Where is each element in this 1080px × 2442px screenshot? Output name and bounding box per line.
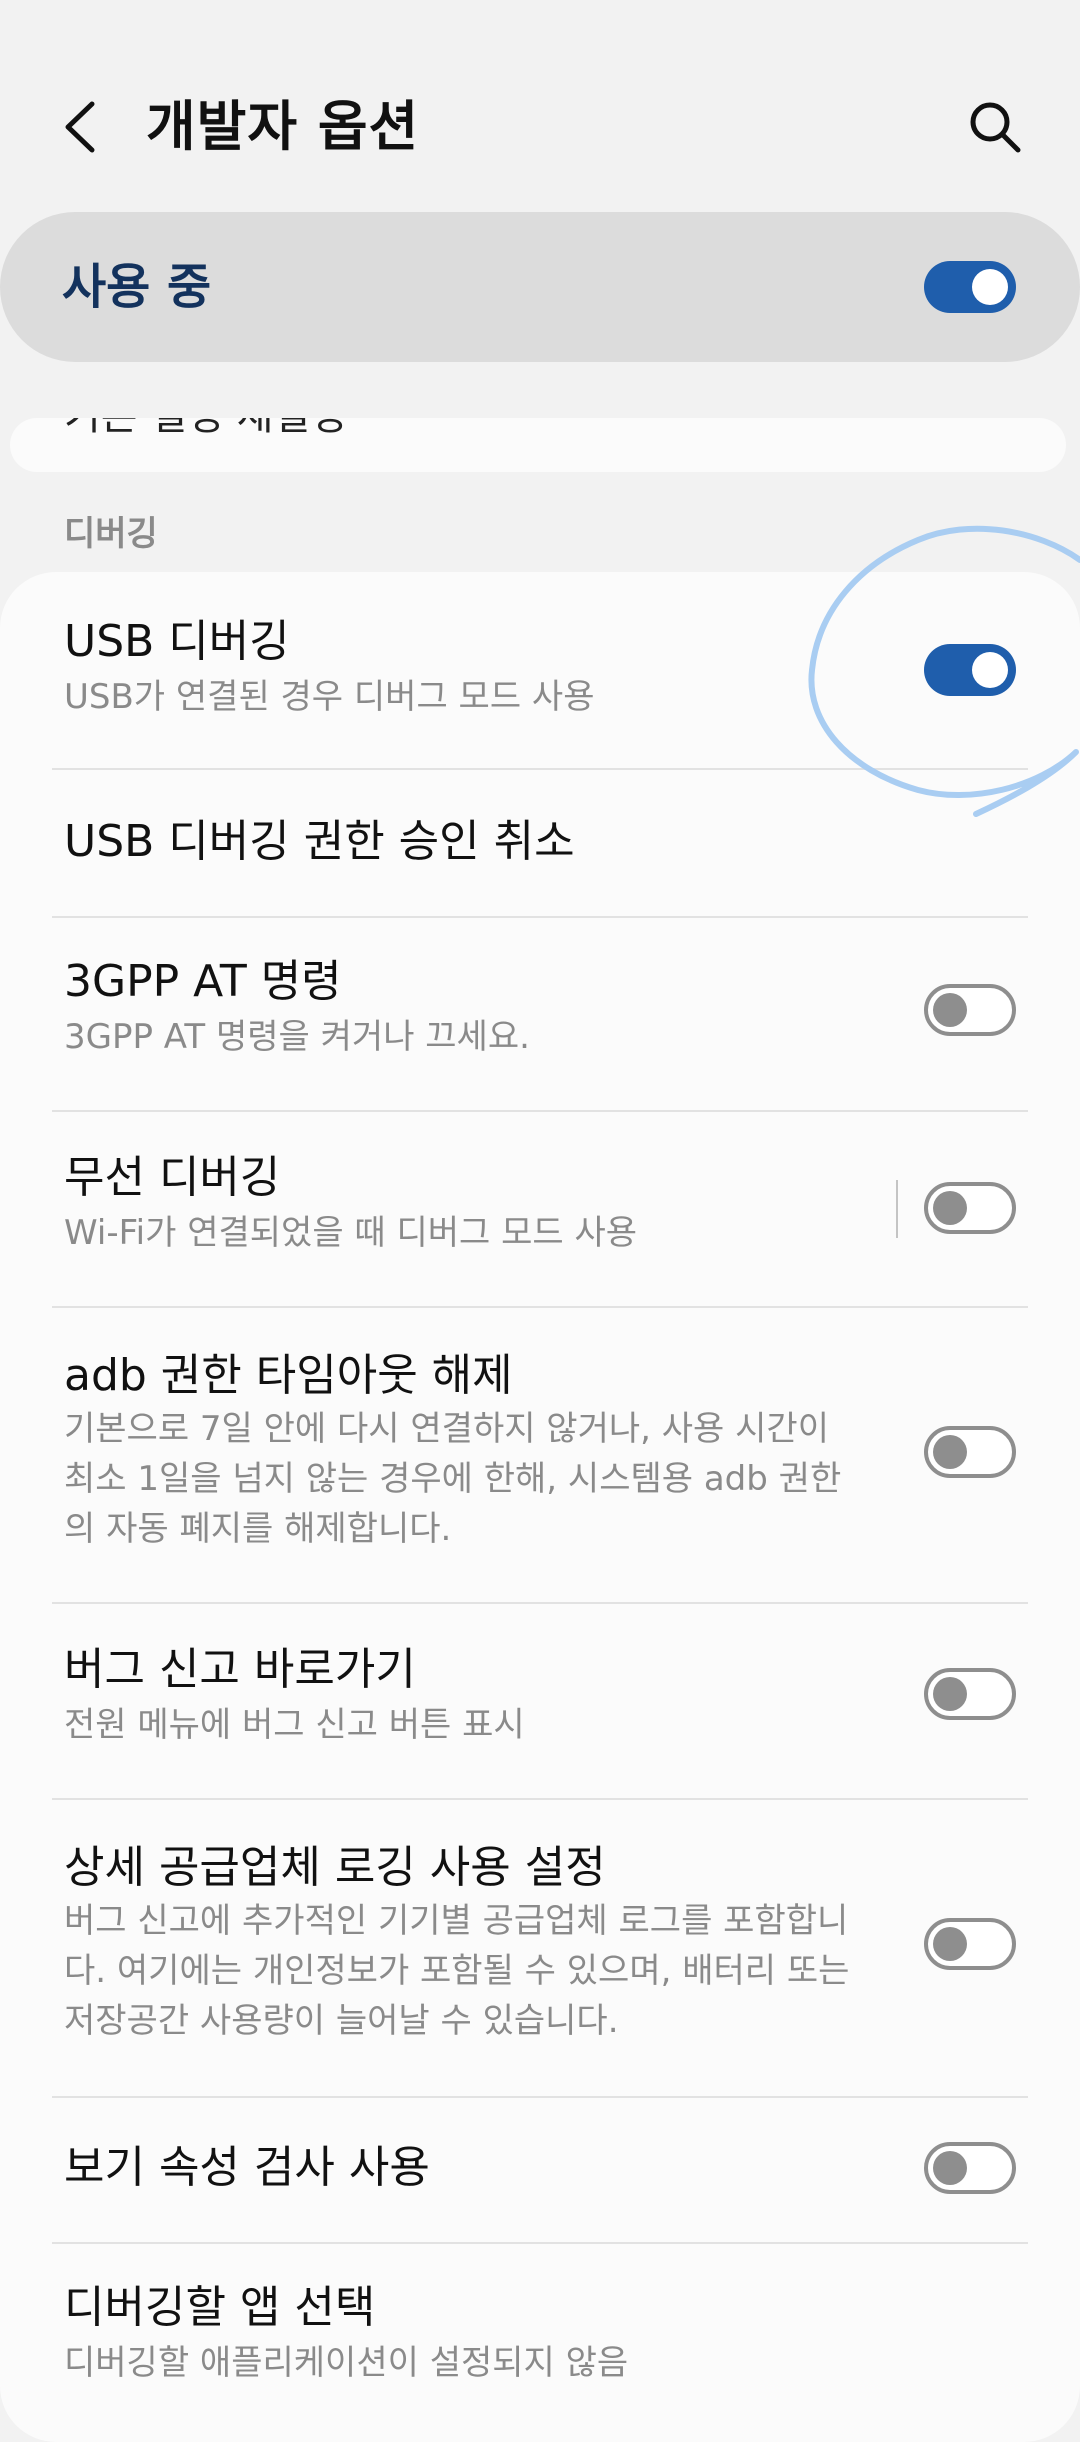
toggle-knob: [933, 1435, 967, 1469]
setting-subtitle: USB가 연결된 경우 디버그 모드 사용: [64, 677, 595, 717]
usb-debugging-toggle[interactable]: [924, 644, 1016, 696]
master-toggle[interactable]: [924, 261, 1016, 313]
setting-verbose-vendor-logging[interactable]: 상세 공급업체 로깅 사용 설정 버그 신고에 추가적인 기기별 공급업체 로그…: [0, 1800, 1080, 2096]
toggle-knob: [972, 652, 1008, 688]
search-icon: [970, 102, 1021, 153]
setting-wireless-debugging[interactable]: 무선 디버깅 Wi-Fi가 연결되었을 때 디버그 모드 사용: [0, 1112, 1080, 1306]
toggle-knob: [933, 1677, 967, 1711]
setting-subtitle: 버그 신고에 추가적인 기기별 공급업체 로그를 포함합니다. 여기에는 개인정…: [64, 1901, 850, 2041]
setting-adb-authorization-timeout[interactable]: adb 권한 타임아웃 해제 기본으로 7일 안에 다시 연결하지 않거나, 사…: [0, 1308, 1080, 1602]
toggle-knob: [933, 2151, 967, 2185]
debugging-settings-card: USB 디버깅 USB가 연결된 경우 디버그 모드 사용 USB 디버깅 권한…: [0, 572, 1080, 2442]
setting-title: adb 권한 타임아웃 해제: [64, 1350, 513, 1401]
setting-subtitle: 3GPP AT 명령을 켜거나 끄세요.: [64, 1017, 530, 1057]
page-title: 개발자 옵션: [146, 95, 420, 158]
setting-title: USB 디버깅: [64, 616, 290, 667]
setting-bug-report-shortcut[interactable]: 버그 신고 바로가기 전원 메뉴에 버그 신고 버튼 표시: [0, 1604, 1080, 1798]
3gpp-at-toggle[interactable]: [924, 984, 1016, 1036]
setting-title: 디버깅할 앱 선택: [64, 2282, 376, 2333]
back-button[interactable]: [52, 92, 112, 162]
app-header: 개발자 옵션: [0, 0, 1080, 200]
bug-report-shortcut-toggle[interactable]: [924, 1668, 1016, 1720]
setting-subtitle: 기본으로 7일 안에 다시 연결하지 않거나, 사용 시간이 최소 1일을 넘지…: [64, 1409, 842, 1549]
adb-timeout-toggle[interactable]: [924, 1426, 1016, 1478]
toggle-knob: [933, 993, 967, 1027]
section-header-debugging: 디버깅: [64, 514, 158, 554]
setting-subtitle: 전원 메뉴에 버그 신고 버튼 표시: [64, 1705, 525, 1745]
setting-title: USB 디버깅 권한 승인 취소: [64, 816, 575, 867]
setting-select-debug-app[interactable]: 디버깅할 앱 선택 디버깅할 애플리케이션이 설정되지 않음: [0, 2244, 1080, 2442]
master-switch-bar[interactable]: 사용 중: [0, 212, 1080, 362]
setting-view-attribute-inspection[interactable]: 보기 속성 검사 사용: [0, 2098, 1080, 2242]
setting-title: 보기 속성 검사 사용: [64, 2142, 430, 2193]
setting-usb-debugging[interactable]: USB 디버깅 USB가 연결된 경우 디버그 모드 사용: [0, 572, 1080, 769]
setting-title: 버그 신고 바로가기: [64, 1644, 416, 1695]
wireless-debugging-toggle[interactable]: [924, 1182, 1016, 1234]
view-attribute-inspection-toggle[interactable]: [924, 2142, 1016, 2194]
toggle-knob: [972, 269, 1008, 305]
master-switch-label: 사용 중: [62, 259, 212, 315]
setting-subtitle: Wi-Fi가 연결되었을 때 디버그 모드 사용: [64, 1213, 638, 1253]
setting-3gpp-at-commands[interactable]: 3GPP AT 명령 3GPP AT 명령을 켜거나 끄세요.: [0, 918, 1080, 1112]
search-button[interactable]: [964, 96, 1026, 158]
toggle-knob: [933, 1191, 967, 1225]
setting-title: 상세 공급업체 로깅 사용 설정: [64, 1842, 606, 1893]
setting-revoke-usb-authorizations[interactable]: USB 디버깅 권한 승인 취소: [0, 770, 1080, 916]
previous-card-text: 기본 설정 재설정: [64, 418, 347, 440]
chevron-left-icon: [65, 101, 95, 153]
toggle-knob: [933, 1927, 967, 1961]
setting-title: 3GPP AT 명령: [64, 956, 342, 1007]
toggle-separator: [896, 1180, 898, 1238]
setting-title: 무선 디버깅: [64, 1152, 281, 1203]
previous-card: 기본 설정 재설정: [10, 418, 1066, 472]
verbose-vendor-logging-toggle[interactable]: [924, 1918, 1016, 1970]
setting-subtitle: 디버깅할 애플리케이션이 설정되지 않음: [64, 2343, 629, 2383]
